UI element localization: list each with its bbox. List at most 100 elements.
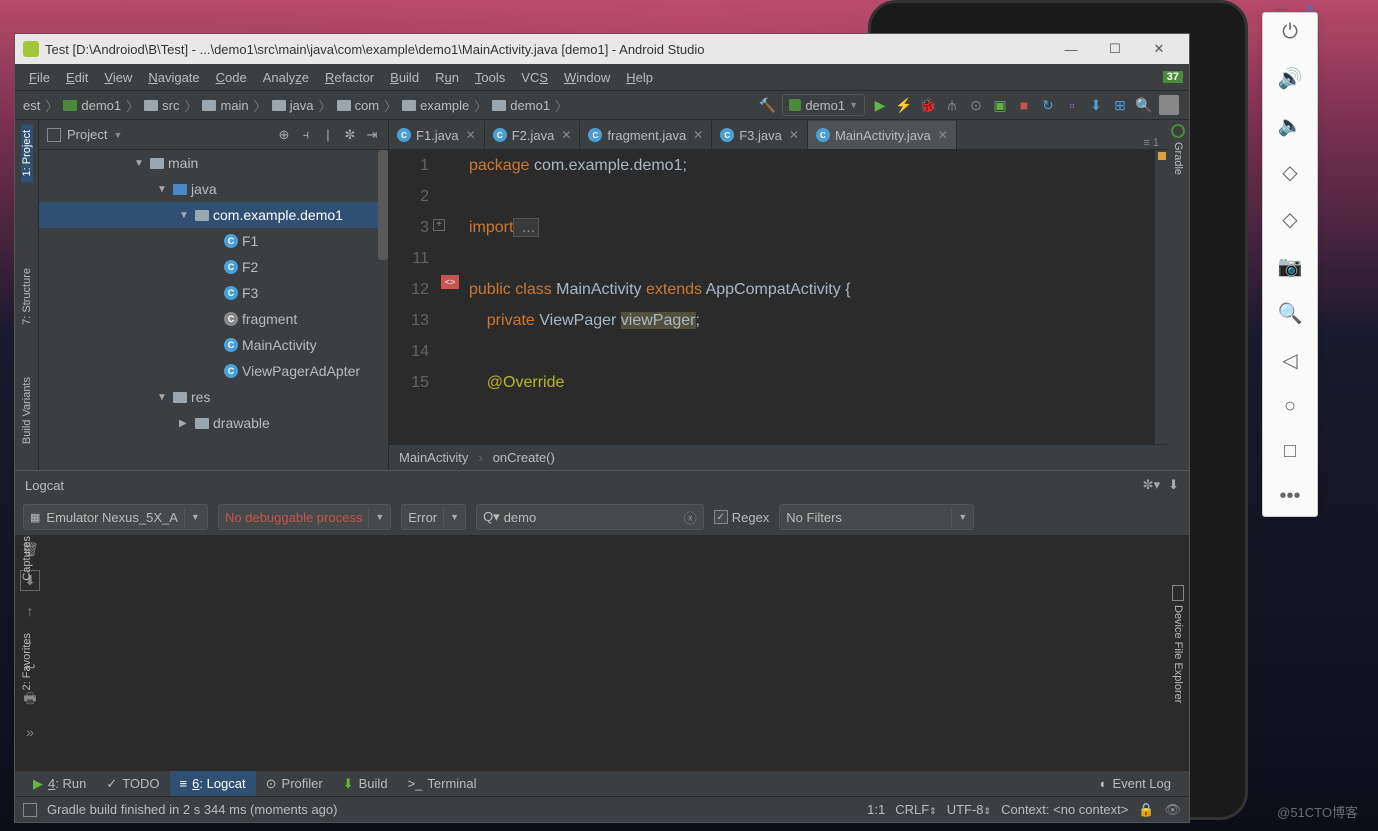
- menu-edit[interactable]: Edit: [58, 70, 96, 85]
- sync-icon[interactable]: ↻: [1039, 96, 1057, 114]
- crumb[interactable]: example: [398, 98, 473, 113]
- crumb-item[interactable]: MainActivity: [399, 450, 468, 465]
- crumb[interactable]: demo1: [488, 98, 554, 113]
- editor-tab[interactable]: Cfragment.java✕: [580, 121, 712, 149]
- tree-file[interactable]: CF2: [39, 254, 388, 280]
- apply-changes-icon[interactable]: ⚡: [895, 96, 913, 114]
- menu-navigate[interactable]: Navigate: [140, 70, 207, 85]
- close-tab-icon[interactable]: ✕: [693, 128, 703, 142]
- crumb[interactable]: com: [333, 98, 384, 113]
- volume-up-icon[interactable]: 🔊: [1278, 66, 1303, 91]
- level-dropdown[interactable]: Error▼: [401, 504, 466, 530]
- project-view-icon[interactable]: [47, 128, 61, 142]
- emulator-close-icon[interactable]: ✕: [1304, 1, 1315, 17]
- device-dropdown[interactable]: ▦Emulator Nexus_5X_A▼: [23, 504, 208, 530]
- volume-down-icon[interactable]: 🔈: [1278, 113, 1303, 138]
- status-icon[interactable]: [23, 803, 37, 817]
- settings-icon[interactable]: ✼: [342, 127, 358, 143]
- line-ending[interactable]: CRLF⇕: [895, 802, 937, 817]
- structure-icon[interactable]: ⊞: [1111, 96, 1129, 114]
- minimize-icon[interactable]: —: [1049, 35, 1093, 63]
- scrollbar[interactable]: [1155, 150, 1167, 444]
- editor-tab[interactable]: CF1.java✕: [389, 121, 485, 149]
- avd-icon[interactable]: ▫: [1063, 96, 1081, 114]
- attach-icon[interactable]: ⊙: [967, 96, 985, 114]
- inspect-icon[interactable]: 👁: [1164, 802, 1181, 818]
- tool-todo[interactable]: ✓TODO: [96, 771, 169, 796]
- lock-icon[interactable]: 🔒: [1138, 802, 1154, 818]
- tree-package[interactable]: ▼com.example.demo1: [39, 202, 388, 228]
- run-icon[interactable]: ▶: [871, 96, 889, 114]
- home-icon[interactable]: ○: [1284, 395, 1296, 418]
- menu-file[interactable]: File: [21, 70, 58, 85]
- code-content[interactable]: package com.example.demo1; import ... pu…: [465, 150, 1155, 444]
- rotate-left-icon[interactable]: ◇: [1282, 160, 1297, 185]
- scrollbar[interactable]: [378, 150, 388, 260]
- settings-icon[interactable]: ✼▾: [1143, 477, 1160, 493]
- menu-build[interactable]: Build: [382, 70, 427, 85]
- menu-analyze[interactable]: Analyze: [255, 70, 317, 85]
- tool-structure[interactable]: 7: Structure: [21, 262, 33, 331]
- editor-tab[interactable]: CF3.java✕: [712, 121, 808, 149]
- crumb[interactable]: demo1: [59, 98, 125, 113]
- tree-file[interactable]: CMainActivity: [39, 332, 388, 358]
- overview-icon[interactable]: □: [1284, 440, 1296, 463]
- tree-folder[interactable]: ▶drawable: [39, 410, 388, 436]
- crumb[interactable]: java: [268, 98, 318, 113]
- context[interactable]: Context: <no context>: [1001, 802, 1128, 817]
- caret-position[interactable]: 1:1: [867, 802, 885, 817]
- more-icon[interactable]: »: [26, 724, 34, 740]
- crumb[interactable]: src: [140, 98, 183, 113]
- back-icon[interactable]: ◁: [1282, 348, 1297, 373]
- menu-window[interactable]: Window: [556, 70, 618, 85]
- tool-profiler[interactable]: ⊙Profiler: [256, 771, 333, 796]
- editor-tab[interactable]: CMainActivity.java✕: [808, 121, 957, 149]
- chevron-down-icon[interactable]: ▼: [113, 130, 122, 140]
- tree-file[interactable]: CViewPagerAdApter: [39, 358, 388, 384]
- logcat-search[interactable]: Q▾ ⓧ: [476, 504, 704, 530]
- close-icon[interactable]: ✕: [1137, 35, 1181, 63]
- editor-tab[interactable]: CF2.java✕: [485, 121, 581, 149]
- regex-checkbox[interactable]: ✓Regex: [714, 510, 770, 525]
- process-dropdown[interactable]: No debuggable process▼: [218, 504, 391, 530]
- close-tab-icon[interactable]: ✕: [561, 128, 571, 142]
- tab-goto[interactable]: ≡ 1: [1135, 137, 1167, 149]
- tree-folder[interactable]: ▼java: [39, 176, 388, 202]
- search-icon[interactable]: 🔍: [1135, 96, 1153, 114]
- crumb[interactable]: main: [198, 98, 252, 113]
- code-editor[interactable]: 1231112131415 + <> package com.example.d…: [389, 150, 1167, 444]
- override-icon[interactable]: <>: [441, 275, 459, 289]
- maximize-icon[interactable]: ☐: [1093, 35, 1137, 63]
- tool-favorites[interactable]: 2: Favorites: [21, 627, 33, 696]
- tool-captures[interactable]: Captures: [21, 530, 33, 587]
- more-icon[interactable]: •••: [1279, 485, 1300, 508]
- tool-run[interactable]: ▶4: Run: [23, 771, 96, 796]
- collapse-icon[interactable]: ⊕: [276, 127, 292, 143]
- filter-dropdown[interactable]: No Filters▼: [779, 504, 974, 530]
- tool-build[interactable]: ⬇Build: [333, 771, 398, 796]
- tree-folder[interactable]: ▼main: [39, 150, 388, 176]
- crumb[interactable]: est: [19, 98, 44, 113]
- tool-device-explorer[interactable]: Device File Explorer: [1172, 601, 1184, 707]
- emulator-minimize-icon[interactable]: —: [1275, 1, 1288, 17]
- search-input[interactable]: [504, 510, 680, 525]
- encoding[interactable]: UTF-8⇕: [947, 802, 991, 817]
- tree-file[interactable]: CF1: [39, 228, 388, 254]
- select-opened-icon[interactable]: ⫞: [298, 127, 314, 143]
- close-tab-icon[interactable]: ✕: [938, 128, 948, 142]
- logcat-output[interactable]: [45, 535, 1167, 770]
- tree-file[interactable]: CF3: [39, 280, 388, 306]
- clear-icon[interactable]: ⓧ: [684, 508, 697, 527]
- menu-tools[interactable]: Tools: [467, 70, 513, 85]
- debug-icon[interactable]: 🐞: [919, 96, 937, 114]
- crumb-item[interactable]: onCreate(): [493, 450, 555, 465]
- menu-help[interactable]: Help: [618, 70, 661, 85]
- hide-icon[interactable]: ⇥: [364, 127, 380, 143]
- hide-icon[interactable]: ⬇: [1168, 477, 1179, 493]
- tree-file[interactable]: Cfragment: [39, 306, 388, 332]
- zoom-icon[interactable]: 🔍: [1278, 301, 1303, 326]
- stop-icon[interactable]: ■: [1015, 96, 1033, 114]
- user-icon[interactable]: [1159, 95, 1179, 115]
- profile-icon[interactable]: ⫛: [943, 96, 961, 114]
- menu-view[interactable]: View: [96, 70, 140, 85]
